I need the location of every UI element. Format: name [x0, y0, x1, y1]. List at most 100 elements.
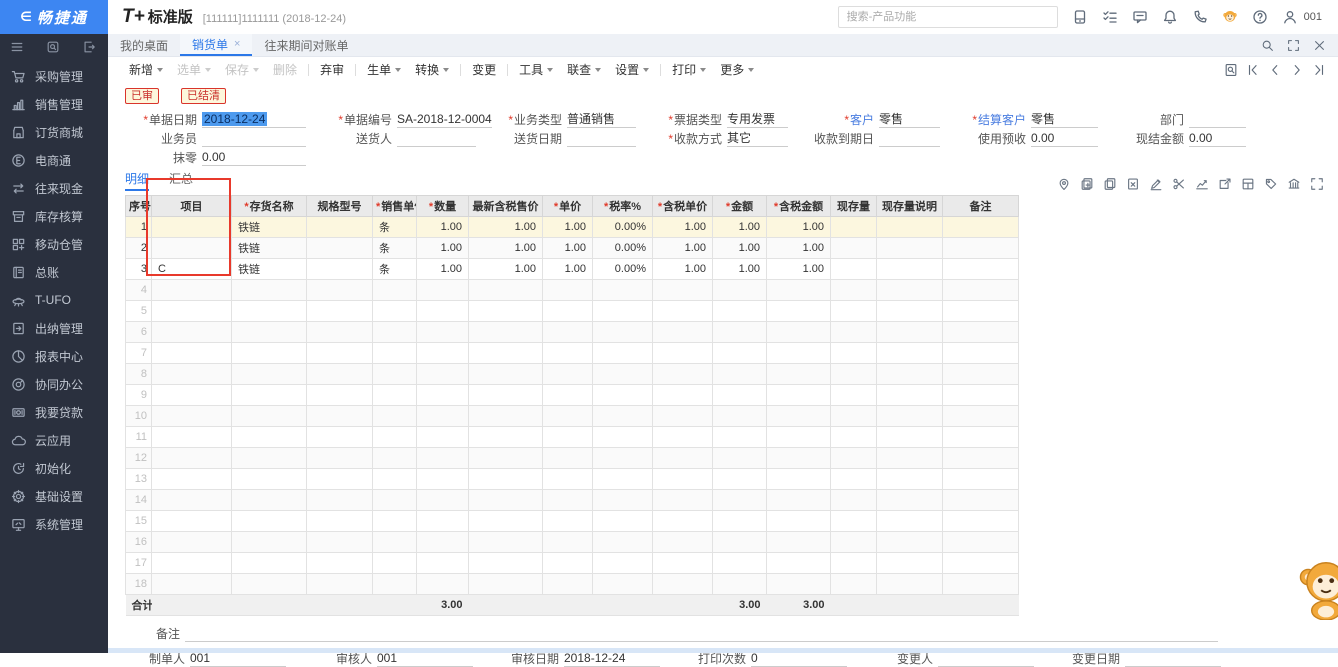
sidebar-item-stock[interactable]: 库存核算	[0, 202, 108, 230]
cell[interactable]	[653, 469, 713, 490]
cell[interactable]	[307, 553, 373, 574]
sidebar-item-report[interactable]: 报表中心	[0, 342, 108, 370]
sidebar-item-cashier[interactable]: 出纳管理	[0, 314, 108, 342]
sidebar-item-settings[interactable]: 基础设置	[0, 482, 108, 510]
column-header[interactable]: 最新含税售价	[469, 196, 543, 217]
cell[interactable]	[877, 427, 943, 448]
cell[interactable]	[232, 385, 307, 406]
cell[interactable]: 0.00%	[593, 238, 653, 259]
column-header[interactable]: 备注	[943, 196, 1019, 217]
table-row[interactable]: 7	[126, 343, 1019, 364]
sidebar-item-office[interactable]: 协同办公	[0, 370, 108, 398]
cell[interactable]	[877, 301, 943, 322]
cell[interactable]: 条	[373, 217, 417, 238]
cell[interactable]	[943, 322, 1019, 343]
sidebar-item-cart[interactable]: 采购管理	[0, 62, 108, 90]
cell[interactable]	[767, 448, 831, 469]
cell[interactable]: 1.00	[417, 238, 469, 259]
cell[interactable]	[767, 532, 831, 553]
cell[interactable]	[767, 427, 831, 448]
layout-icon[interactable]	[1241, 177, 1255, 191]
cell[interactable]	[713, 553, 767, 574]
cell[interactable]	[417, 385, 469, 406]
cell[interactable]: 1.00	[543, 238, 593, 259]
cell[interactable]	[713, 322, 767, 343]
next-icon[interactable]	[1290, 63, 1304, 77]
cell[interactable]: 16	[126, 532, 152, 553]
cell[interactable]	[417, 322, 469, 343]
detail-tab-汇总[interactable]: 汇总	[169, 170, 193, 191]
field-input-creator[interactable]: 001	[190, 651, 286, 667]
cell[interactable]	[373, 532, 417, 553]
cell[interactable]	[943, 259, 1019, 280]
cell[interactable]	[232, 406, 307, 427]
cell[interactable]	[307, 259, 373, 280]
bell-icon[interactable]	[1162, 9, 1178, 25]
cell[interactable]	[593, 532, 653, 553]
cell[interactable]	[232, 448, 307, 469]
cell[interactable]	[469, 553, 543, 574]
cell[interactable]	[831, 364, 877, 385]
cell[interactable]	[373, 343, 417, 364]
cell[interactable]	[653, 343, 713, 364]
cell[interactable]	[543, 343, 593, 364]
cell[interactable]	[152, 490, 232, 511]
field-input-doc-no[interactable]: SA-2018-12-0004	[397, 112, 492, 128]
field-input-settle-customer[interactable]: 零售	[1031, 110, 1098, 128]
cell[interactable]	[469, 406, 543, 427]
cell[interactable]	[307, 574, 373, 595]
cell[interactable]	[713, 364, 767, 385]
cell[interactable]	[152, 385, 232, 406]
cell[interactable]	[232, 301, 307, 322]
cell[interactable]	[152, 532, 232, 553]
cell[interactable]: 0.00%	[593, 259, 653, 280]
toolbar-新增-button[interactable]: 新增	[122, 61, 170, 78]
doc-copy-icon[interactable]	[1103, 177, 1117, 191]
cell[interactable]	[713, 574, 767, 595]
cell[interactable]: 1.00	[767, 259, 831, 280]
cell[interactable]	[307, 511, 373, 532]
column-header[interactable]: 项目	[152, 196, 232, 217]
cell[interactable]: 1.00	[713, 259, 767, 280]
cell[interactable]	[417, 343, 469, 364]
cell[interactable]	[767, 385, 831, 406]
cell[interactable]	[831, 259, 877, 280]
sidebar-item-cloud[interactable]: 云应用	[0, 426, 108, 454]
table-row[interactable]: 12	[126, 448, 1019, 469]
cell[interactable]	[593, 490, 653, 511]
sign-icon[interactable]	[1149, 177, 1163, 191]
cell[interactable]: 1.00	[767, 217, 831, 238]
table-row[interactable]: 18	[126, 574, 1019, 595]
cell[interactable]	[152, 238, 232, 259]
close-icon[interactable]	[1313, 39, 1326, 52]
first-icon[interactable]	[1246, 63, 1260, 77]
toolbar-转换-button[interactable]: 转换	[408, 61, 456, 78]
cell[interactable]	[373, 553, 417, 574]
toolbar-变更-button[interactable]: 变更	[465, 61, 503, 78]
cell[interactable]	[943, 301, 1019, 322]
cell[interactable]	[469, 364, 543, 385]
cell[interactable]	[767, 406, 831, 427]
cell[interactable]	[152, 406, 232, 427]
cell[interactable]	[593, 322, 653, 343]
column-header[interactable]: *含税单价	[653, 196, 713, 217]
fullscreen-icon[interactable]	[1287, 39, 1300, 52]
cell[interactable]	[943, 427, 1019, 448]
cell[interactable]	[831, 385, 877, 406]
cell[interactable]	[713, 427, 767, 448]
cell[interactable]	[877, 448, 943, 469]
cell[interactable]	[307, 385, 373, 406]
tasks-icon[interactable]	[1102, 9, 1118, 25]
cell[interactable]	[593, 574, 653, 595]
cell[interactable]	[152, 448, 232, 469]
cell[interactable]	[713, 385, 767, 406]
cell[interactable]	[713, 448, 767, 469]
cell[interactable]: 1.00	[469, 238, 543, 259]
cell[interactable]	[152, 553, 232, 574]
cell[interactable]	[593, 385, 653, 406]
cell[interactable]	[469, 511, 543, 532]
cell[interactable]	[653, 490, 713, 511]
tab-销货单[interactable]: 销货单×	[180, 34, 252, 56]
column-header[interactable]: *存货名称	[232, 196, 307, 217]
cell[interactable]	[767, 301, 831, 322]
